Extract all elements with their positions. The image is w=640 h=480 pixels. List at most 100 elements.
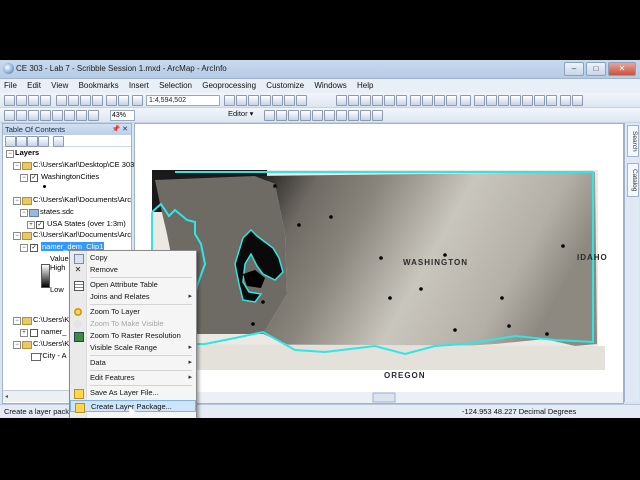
identify-icon[interactable] [474, 95, 485, 106]
rotate-icon[interactable] [336, 110, 347, 121]
menu-selection[interactable]: Selection [155, 79, 196, 92]
layer-visibility-checkbox[interactable]: ✓ [36, 221, 44, 229]
map-view[interactable]: WASHINGTON IDAHO OREGON [134, 123, 624, 404]
arctoolbox-icon[interactable] [272, 95, 283, 106]
map-scale-input[interactable]: 1:4,594,502 [146, 95, 220, 106]
add-data-icon[interactable] [132, 95, 143, 106]
scroll-left-icon[interactable]: ◂ [5, 393, 8, 400]
maximize-button[interactable]: □ [586, 62, 606, 76]
sketch-properties-icon[interactable] [360, 110, 371, 121]
expand-icon[interactable]: + [27, 221, 35, 229]
zoom-out-icon[interactable] [348, 95, 359, 106]
layout-view-icon[interactable] [560, 95, 571, 106]
menu-file[interactable]: File [0, 79, 21, 92]
find-icon[interactable] [486, 95, 497, 106]
menu-item-remove[interactable]: ✕ Remove [70, 264, 196, 276]
delete-icon[interactable] [92, 95, 103, 106]
menu-item-zoom-to-layer[interactable]: Zoom To Layer [70, 306, 196, 318]
layer-visibility-checkbox[interactable]: ✓ [30, 174, 38, 182]
menu-item-copy[interactable]: Copy [70, 252, 196, 264]
paste-icon[interactable] [80, 95, 91, 106]
copy-icon[interactable] [68, 95, 79, 106]
list-by-drawing-order-icon[interactable] [5, 136, 16, 147]
new-map-icon[interactable] [4, 95, 15, 106]
hyperlink-icon[interactable] [522, 95, 533, 106]
toc-source-folder[interactable]: C:\Users\Karl\Desktop\CE 303 [33, 160, 134, 169]
menu-geoprocessing[interactable]: Geoprocessing [198, 79, 260, 92]
full-extent-icon[interactable] [372, 95, 383, 106]
python-icon[interactable] [284, 95, 295, 106]
menu-item-visible-scale-range[interactable]: Visible Scale Range ▸ [70, 342, 196, 354]
catalog-icon[interactable] [248, 95, 259, 106]
zoom-in-layout-icon[interactable] [40, 110, 51, 121]
menu-item-edit-features[interactable]: Edit Features ▸ [70, 372, 196, 384]
toc-layer-washingtoncities[interactable]: WashingtonCities [41, 172, 99, 181]
toc-pin-close-icon[interactable]: 📌 ✕ [111, 124, 128, 135]
html-popup-icon[interactable] [534, 95, 545, 106]
search-icon[interactable] [260, 95, 271, 106]
back-extent-icon[interactable] [410, 95, 421, 106]
expand-icon[interactable]: − [6, 150, 14, 158]
layout-zoom-input[interactable]: 43% [110, 110, 135, 121]
save-icon[interactable] [28, 95, 39, 106]
editor-toolbar-icon[interactable] [224, 95, 235, 106]
redo-icon[interactable] [118, 95, 129, 106]
expand-icon[interactable]: − [13, 162, 21, 170]
trace-icon[interactable] [312, 110, 323, 121]
layer-visibility-checkbox[interactable] [30, 329, 38, 337]
close-button[interactable]: ✕ [608, 62, 636, 76]
expand-icon[interactable]: − [20, 209, 28, 217]
zoom-in-icon[interactable] [336, 95, 347, 106]
fixed-zoom-in-icon[interactable] [384, 95, 395, 106]
toc-source-folder[interactable]: C:\Users\Karl\Documents\Arc [33, 230, 131, 239]
map-canvas[interactable]: WASHINGTON IDAHO OREGON [135, 124, 623, 403]
toc-layer-namer[interactable]: namer_ [41, 327, 66, 336]
pan-icon[interactable] [360, 95, 371, 106]
expand-icon[interactable]: − [13, 341, 21, 349]
menu-item-zoom-to-raster-resolution[interactable]: Zoom To Raster Resolution [70, 330, 196, 342]
draft-mode-icon[interactable] [88, 110, 99, 121]
time-slider-icon[interactable] [546, 95, 557, 106]
previous-extent-layout-icon[interactable] [64, 110, 75, 121]
table-of-contents-icon[interactable] [236, 95, 247, 106]
menu-insert[interactable]: Insert [125, 79, 153, 92]
edit-annotation-icon[interactable] [276, 110, 287, 121]
edit-tool-icon[interactable] [264, 110, 275, 121]
toc-layer-usa-states[interactable]: USA States (over 1:3m) [47, 219, 126, 228]
undo-icon[interactable] [106, 95, 117, 106]
attributes-icon[interactable] [348, 110, 359, 121]
zoom-whole-page-icon[interactable] [4, 110, 15, 121]
menu-windows[interactable]: Windows [310, 79, 350, 92]
pan-layout-icon[interactable] [52, 110, 63, 121]
menu-edit[interactable]: Edit [23, 79, 45, 92]
cut-icon[interactable] [56, 95, 67, 106]
select-features-icon[interactable] [434, 95, 445, 106]
viewer-window-icon[interactable] [572, 95, 583, 106]
map-scroll-thumb[interactable] [372, 392, 396, 403]
toc-states-sdc[interactable]: states.sdc [40, 207, 74, 216]
zoom-out-layout-icon[interactable] [28, 110, 39, 121]
zoom-100-icon[interactable] [16, 110, 27, 121]
menu-item-data[interactable]: Data ▸ [70, 357, 196, 369]
expand-icon[interactable]: − [20, 174, 28, 182]
list-by-source-icon[interactable] [16, 136, 27, 147]
expand-icon[interactable]: − [13, 317, 21, 325]
toc-layers-node[interactable]: Layers [15, 148, 39, 157]
print-icon[interactable] [40, 95, 51, 106]
toc-source-folder[interactable]: C:\Users\K [33, 315, 69, 324]
search-tab[interactable]: Search [627, 125, 639, 157]
sketch-tool-icon[interactable] [300, 110, 311, 121]
minimize-button[interactable]: – [564, 62, 584, 76]
next-extent-layout-icon[interactable] [76, 110, 87, 121]
menu-bookmarks[interactable]: Bookmarks [75, 79, 123, 92]
menu-help[interactable]: Help [353, 79, 377, 92]
menu-item-open-attribute-table[interactable]: Open Attribute Table [70, 279, 196, 291]
toc-options-icon[interactable] [53, 136, 64, 147]
expand-icon[interactable]: + [20, 329, 28, 337]
select-elements-icon[interactable] [460, 95, 471, 106]
split-icon[interactable] [324, 110, 335, 121]
toc-source-folder[interactable]: C:\Users\Karl\Documents\Arc [33, 195, 131, 204]
toc-source-folder[interactable]: C:\Users\K [33, 339, 69, 348]
menu-item-save-as-layer-file[interactable]: Save As Layer File... [70, 387, 196, 399]
list-by-visibility-icon[interactable] [27, 136, 38, 147]
